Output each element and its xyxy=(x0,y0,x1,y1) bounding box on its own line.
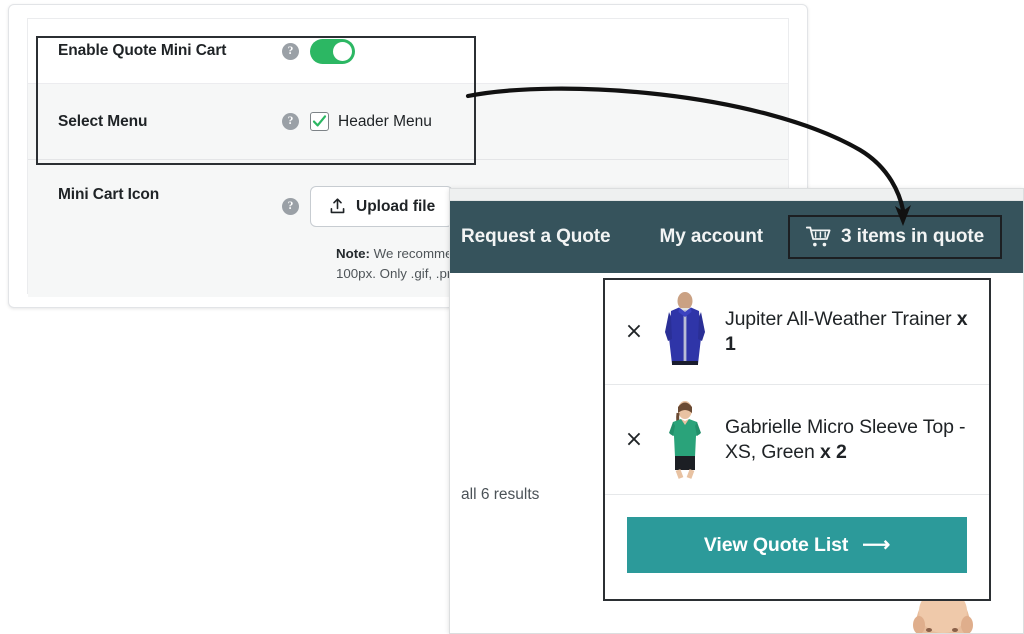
mini-cart-dropdown: × Jupiter All-Weather Trainer x 1 × Gabr… xyxy=(603,278,991,601)
arrow-right-icon: ⟶ xyxy=(862,534,891,556)
mini-cart-footer: View Quote List ⟶ xyxy=(605,494,989,599)
remove-item-button[interactable]: × xyxy=(623,428,645,451)
mini-cart-item: × Jupiter All-Weather Trainer x 1 xyxy=(605,280,989,384)
header-menu-checkbox-wrap[interactable]: Header Menu xyxy=(310,112,432,131)
mini-cart-button[interactable]: 3 items in quote xyxy=(788,215,1003,259)
setting-row-enable-quote-mini-cart: Enable Quote Mini Cart ? xyxy=(28,19,788,83)
help-icon[interactable]: ? xyxy=(282,113,299,130)
control-cluster-select-menu: ? Header Menu xyxy=(282,112,432,131)
help-icon[interactable]: ? xyxy=(282,42,299,60)
shopping-cart-icon xyxy=(806,226,831,247)
green-tee-thumbnail-icon xyxy=(659,399,711,480)
blue-jacket-thumbnail-icon xyxy=(659,292,711,372)
storefront-chrome-bar xyxy=(450,189,1023,201)
results-count-text: all 6 results xyxy=(461,486,540,503)
checkmark-icon xyxy=(312,115,327,127)
product-thumbnail-gabrielle-top[interactable] xyxy=(659,399,711,480)
mini-cart-item-name: Gabrielle Micro Sleeve Top - XS, Green x… xyxy=(725,415,977,465)
upload-icon xyxy=(330,198,345,214)
note-line-2: 100px. Only .gif, .png xyxy=(336,265,462,281)
upload-file-button[interactable]: Upload file xyxy=(310,186,454,227)
mini-cart-item: × Gabrielle Micro Sleeve Top - XS, Green… xyxy=(605,384,989,494)
view-quote-list-label: View Quote List xyxy=(703,533,849,556)
control-cluster-enable: ? xyxy=(282,38,355,64)
control-cluster-mini-cart-icon: ? Upload file xyxy=(282,186,454,227)
setting-label-mini-cart-icon: Mini Cart Icon xyxy=(58,186,160,203)
note-prefix: Note: xyxy=(336,246,370,261)
view-quote-list-button[interactable]: View Quote List ⟶ xyxy=(627,517,967,573)
header-menu-checkbox[interactable] xyxy=(310,112,329,131)
nav-link-my-account[interactable]: My account xyxy=(659,226,763,248)
mini-cart-item-name: Jupiter All-Weather Trainer x 1 xyxy=(725,307,977,357)
header-menu-checkbox-label: Header Menu xyxy=(338,112,432,130)
note-line-1: We recommen xyxy=(369,246,460,261)
upload-file-button-label: Upload file xyxy=(356,197,436,215)
setting-label-enable-quote-mini-cart: Enable Quote Mini Cart xyxy=(58,42,227,59)
product-thumbnail-jupiter-trainer[interactable] xyxy=(659,292,711,372)
item-title: Jupiter All-Weather Trainer xyxy=(725,308,952,331)
toggle-knob xyxy=(333,41,352,61)
nav-link-request-a-quote[interactable]: Request a Quote xyxy=(461,226,611,248)
enable-quote-mini-cart-toggle[interactable] xyxy=(310,38,355,64)
item-quantity: x 2 xyxy=(819,440,847,463)
setting-label-select-menu: Select Menu xyxy=(58,112,148,130)
help-icon[interactable]: ? xyxy=(282,198,299,215)
remove-item-button[interactable]: × xyxy=(623,321,645,343)
setting-row-select-menu: Select Menu ? Header Menu xyxy=(28,83,788,159)
mini-cart-button-label: 3 items in quote xyxy=(841,226,985,247)
storefront-nav-bar: Request a Quote My account 3 items in qu… xyxy=(450,201,1023,273)
